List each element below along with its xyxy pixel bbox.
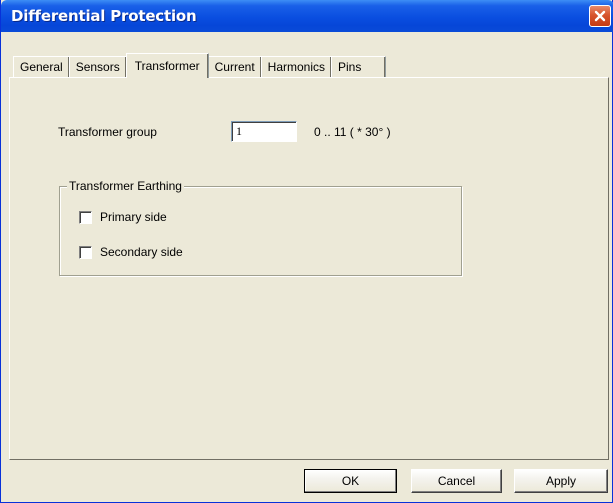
apply-button[interactable]: Apply — [514, 469, 608, 493]
tab-pins[interactable]: Pins — [331, 56, 387, 77]
tab-sensors[interactable]: Sensors — [68, 56, 127, 77]
tab-label: Harmonics — [267, 60, 326, 74]
tab-current[interactable]: Current — [207, 56, 262, 77]
tab-label: General — [20, 60, 63, 74]
tab-label: Pins — [338, 60, 362, 74]
secondary-side-option[interactable]: Secondary side — [79, 245, 183, 259]
dialog-window: Differential Protection General Sensors … — [0, 0, 613, 503]
cancel-button[interactable]: Cancel — [411, 469, 502, 493]
tab-general[interactable]: General — [13, 56, 70, 77]
transformer-earthing-group — [59, 186, 462, 276]
transformer-group-input[interactable]: 1 — [231, 121, 297, 142]
secondary-side-checkbox[interactable] — [79, 245, 92, 259]
close-icon — [594, 10, 606, 22]
tab-label: Transformer — [134, 59, 200, 73]
transformer-group-label: Transformer group — [58, 125, 157, 139]
primary-side-checkbox[interactable] — [79, 210, 92, 224]
primary-side-label: Primary side — [100, 210, 167, 224]
ok-button[interactable]: OK — [304, 469, 397, 493]
tab-harmonics[interactable]: Harmonics — [260, 56, 333, 77]
close-button[interactable] — [589, 5, 611, 27]
transformer-group-range-hint: 0 .. 11 ( * 30° ) — [314, 125, 391, 139]
tab-transformer[interactable]: Transformer — [125, 53, 209, 78]
tab-label: Sensors — [75, 60, 120, 74]
primary-side-option[interactable]: Primary side — [79, 210, 167, 224]
title-bar[interactable]: Differential Protection — [1, 0, 613, 32]
transformer-earthing-legend: Transformer Earthing — [67, 179, 184, 193]
tab-strip: General Sensors Transformer Current Harm… — [13, 53, 387, 78]
secondary-side-label: Secondary side — [100, 245, 183, 259]
window-title: Differential Protection — [11, 7, 197, 25]
tab-label: Current — [214, 60, 255, 74]
